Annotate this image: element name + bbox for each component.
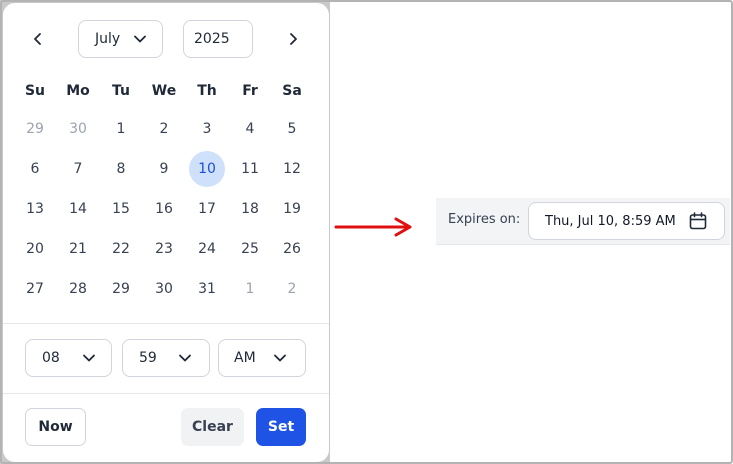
weekday-label: Sa <box>282 83 302 99</box>
calendar-day[interactable]: 10 <box>189 151 225 187</box>
period-select[interactable]: AM <box>218 339 306 377</box>
weekday-label: Su <box>24 83 46 99</box>
calendar-day[interactable]: 1 <box>232 271 268 307</box>
arrow-right-icon <box>334 217 412 237</box>
year-input[interactable]: 2025 <box>183 20 253 58</box>
calendar-day[interactable]: 28 <box>60 271 96 307</box>
weekday-label: Th <box>197 83 217 99</box>
now-button[interactable]: Now <box>25 408 86 446</box>
calendar-day[interactable]: 8 <box>103 151 139 187</box>
calendar-day[interactable]: 2 <box>146 111 182 147</box>
calendar-day[interactable]: 17 <box>189 191 225 227</box>
calendar-day[interactable]: 30 <box>146 271 182 307</box>
hour-select[interactable]: 08 <box>25 339 112 377</box>
calendar-day[interactable]: 23 <box>146 231 182 267</box>
chevron-down-icon <box>132 31 148 47</box>
month-value: July <box>95 31 121 47</box>
next-month-button[interactable] <box>279 25 307 53</box>
set-button[interactable]: Set <box>256 408 306 446</box>
prev-month-button[interactable] <box>24 25 52 53</box>
calendar-day[interactable]: 5 <box>274 111 310 147</box>
expires-label: Expires on: <box>448 212 521 227</box>
expires-row: Expires on: Thu, Jul 10, 8:59 AM <box>436 198 730 245</box>
date-time-picker: July 2025 Su Mo Tu We Th Fr Sa 29 30 1 2 3 4 5 6 7 8 9 10… <box>3 3 329 462</box>
minute-select[interactable]: 59 <box>122 339 210 377</box>
chevron-down-icon <box>272 350 288 366</box>
divider <box>3 393 329 394</box>
expires-date-field[interactable]: Thu, Jul 10, 8:59 AM <box>528 202 725 240</box>
calendar-day[interactable]: 4 <box>232 111 268 147</box>
calendar-day[interactable]: 22 <box>103 231 139 267</box>
month-select[interactable]: July <box>78 20 163 58</box>
weekday-label: Mo <box>66 83 90 99</box>
calendar-day[interactable]: 20 <box>17 231 53 267</box>
chevron-down-icon <box>177 350 193 366</box>
calendar-day[interactable]: 15 <box>103 191 139 227</box>
calendar-day[interactable]: 27 <box>17 271 53 307</box>
chevron-right-icon <box>290 33 297 45</box>
calendar-day[interactable]: 3 <box>189 111 225 147</box>
minute-value: 59 <box>139 350 157 366</box>
calendar-day[interactable]: 29 <box>103 271 139 307</box>
calendar-day[interactable]: 12 <box>274 151 310 187</box>
calendar-day[interactable]: 31 <box>189 271 225 307</box>
calendar-day[interactable]: 2 <box>274 271 310 307</box>
calendar-day[interactable]: 14 <box>60 191 96 227</box>
chevron-down-icon <box>81 350 97 366</box>
calendar-day[interactable]: 24 <box>189 231 225 267</box>
calendar-day[interactable]: 13 <box>17 191 53 227</box>
calendar-day[interactable]: 25 <box>232 231 268 267</box>
calendar-day[interactable]: 1 <box>103 111 139 147</box>
hour-value: 08 <box>42 350 60 366</box>
calendar-day[interactable]: 19 <box>274 191 310 227</box>
weekday-label: Tu <box>112 83 130 99</box>
year-value: 2025 <box>194 31 230 47</box>
weekday-label: We <box>151 83 177 99</box>
calendar-day[interactable]: 29 <box>17 111 53 147</box>
calendar-day[interactable]: 7 <box>60 151 96 187</box>
calendar-day[interactable]: 30 <box>60 111 96 147</box>
weekday-label: Fr <box>242 83 258 99</box>
calendar-day[interactable]: 18 <box>232 191 268 227</box>
calendar-day[interactable]: 16 <box>146 191 182 227</box>
chevron-left-icon <box>34 33 41 45</box>
calendar-day[interactable]: 21 <box>60 231 96 267</box>
clear-button[interactable]: Clear <box>181 408 244 446</box>
expires-value: Thu, Jul 10, 8:59 AM <box>545 213 676 229</box>
period-value: AM <box>234 350 256 366</box>
calendar-icon[interactable] <box>686 209 710 233</box>
calendar-day[interactable]: 6 <box>17 151 53 187</box>
calendar-day[interactable]: 26 <box>274 231 310 267</box>
calendar-day[interactable]: 11 <box>232 151 268 187</box>
divider <box>3 323 329 324</box>
calendar-day[interactable]: 9 <box>146 151 182 187</box>
